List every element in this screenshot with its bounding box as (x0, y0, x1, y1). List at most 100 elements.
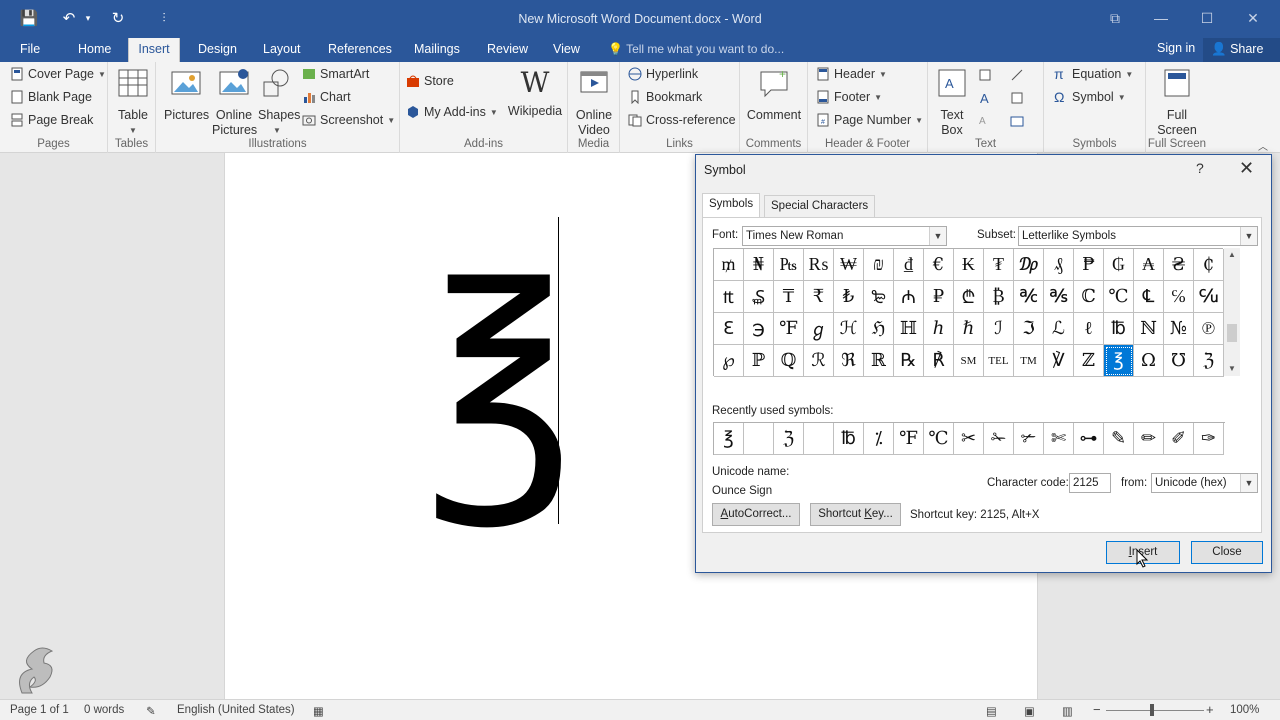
symbol-cell[interactable]: TEL (984, 345, 1014, 377)
symbol-cell[interactable]: ₪ (864, 249, 894, 281)
date-time-icon[interactable] (1010, 91, 1024, 105)
symbol-cell[interactable]: ℟ (924, 345, 954, 377)
recent-symbol-cell[interactable] (744, 423, 774, 455)
full-screen-button[interactable]: Full Screen (1152, 66, 1202, 138)
tab-file[interactable]: File (12, 38, 48, 62)
read-mode-icon[interactable]: ▤ (986, 704, 997, 718)
symbol-cell[interactable]: ℘ (714, 345, 744, 377)
recent-symbol-cell[interactable]: ✄ (1044, 423, 1074, 455)
symbol-cell[interactable]: ℝ (864, 345, 894, 377)
print-layout-icon[interactable]: ▣ (1024, 704, 1035, 718)
collapse-ribbon-icon[interactable]: ︿ (1258, 138, 1268, 153)
signature-line-icon[interactable] (1010, 68, 1024, 82)
tab-review[interactable]: Review (479, 38, 536, 62)
symbol-cell[interactable]: ℤ (1074, 345, 1104, 377)
symbol-cell[interactable]: ₼ (894, 281, 924, 313)
zoom-in-icon[interactable]: + (1206, 702, 1214, 717)
tab-symbols[interactable]: Symbols (702, 193, 761, 218)
comment-button[interactable]: + Comment (744, 66, 804, 123)
recent-symbol-cell[interactable]: ✎ (1104, 423, 1134, 455)
symbol-cell[interactable]: ₻ (864, 281, 894, 313)
symbol-cell[interactable]: ₭ (954, 249, 984, 281)
minimize-icon[interactable]: — (1148, 6, 1174, 30)
character-code-input[interactable] (1069, 473, 1111, 493)
hyperlink-button[interactable]: Hyperlink (628, 67, 698, 81)
shortcut-key-button[interactable]: Shortcut Key... (810, 503, 901, 526)
symbol-cell[interactable]: ℙ (744, 345, 774, 377)
quick-parts-icon[interactable] (978, 68, 992, 82)
page-number-button[interactable]: # Page Number ▼ (816, 113, 923, 127)
web-layout-icon[interactable]: ▥ (1062, 704, 1073, 718)
symbol-cell[interactable]: ℞ (894, 345, 924, 377)
symbol-cell[interactable]: ℉ (774, 313, 804, 345)
symbol-cell[interactable]: ℄ (1134, 281, 1164, 313)
symbol-cell[interactable]: ℧ (1164, 345, 1194, 377)
symbol-cell[interactable]: ℗ (1194, 313, 1224, 345)
symbol-cell[interactable]: ₸ (774, 281, 804, 313)
blank-page-button[interactable]: Blank Page (10, 90, 92, 104)
sign-in-link[interactable]: Sign in (1157, 41, 1195, 55)
symbol-cell[interactable]: ℍ (894, 313, 924, 345)
close-button[interactable]: Close (1191, 541, 1263, 564)
symbol-cell[interactable]: ℀ (1014, 281, 1044, 313)
symbol-cell[interactable]: ₶ (714, 281, 744, 313)
proofing-icon[interactable]: ✎ (146, 704, 156, 718)
symbol-cell[interactable]: ₿ (984, 281, 1014, 313)
recent-symbol-cell[interactable]: ℉ (894, 423, 924, 455)
recent-symbol-cell[interactable]: ✑ (1194, 423, 1224, 455)
scroll-down-icon[interactable]: ▼ (1224, 362, 1240, 376)
symbol-cell[interactable]: ℔ (1104, 313, 1134, 345)
cross-reference-button[interactable]: Cross-reference (628, 113, 736, 127)
text-box-button[interactable]: A Text Box (934, 66, 970, 138)
recent-symbol-cell[interactable]: ✃ (1014, 423, 1044, 455)
close-dialog-icon[interactable]: ✕ (1239, 158, 1254, 179)
symbol-cell[interactable]: ₮ (984, 249, 1014, 281)
symbol-cell[interactable]: ₱ (1074, 249, 1104, 281)
symbol-cell[interactable]: ₯ (1014, 249, 1044, 281)
my-addins-button[interactable]: My Add-ins ▼ (406, 105, 498, 119)
symbol-cell[interactable]: ₫ (894, 249, 924, 281)
recent-symbol-cell[interactable] (804, 423, 834, 455)
recent-symbol-cell[interactable]: ℔ (834, 423, 864, 455)
footer-button[interactable]: Footer ▼ (816, 90, 882, 104)
tab-special-characters[interactable]: Special Characters (764, 195, 876, 217)
symbol-cell[interactable]: ℒ (1044, 313, 1074, 345)
share-button[interactable]: 👤 Share (1203, 38, 1280, 62)
tab-view[interactable]: View (545, 38, 588, 62)
symbol-cell[interactable]: ℇ (714, 313, 744, 345)
symbol-cell[interactable]: SM (954, 345, 984, 377)
symbol-cell[interactable]: ₧ (774, 249, 804, 281)
zoom-slider[interactable] (1106, 710, 1204, 711)
bookmark-button[interactable]: Bookmark (628, 90, 702, 104)
cover-page-button[interactable]: Cover Page ▼ (10, 67, 106, 81)
symbol-cell[interactable]: ℊ (804, 313, 834, 345)
symbol-cell[interactable]: ℨ (1194, 345, 1224, 377)
recent-symbol-cell[interactable]: ℃ (924, 423, 954, 455)
ribbon-display-icon[interactable]: ⧉ (1102, 6, 1128, 30)
zoom-slider-thumb[interactable] (1150, 704, 1154, 716)
page-break-button[interactable]: Page Break (10, 113, 93, 127)
tab-layout[interactable]: Layout (255, 38, 309, 62)
symbol-cell[interactable]: ₩ (834, 249, 864, 281)
object-icon[interactable] (1010, 114, 1024, 128)
symbol-grid-scrollbar[interactable]: ▲ ▼ (1224, 248, 1240, 376)
drop-cap-icon[interactable]: A (978, 114, 992, 128)
symbol-button[interactable]: Ω Symbol ▼ (1054, 90, 1126, 104)
symbol-cell[interactable]: ℋ (834, 313, 864, 345)
recent-symbol-cell[interactable]: ⊶ (1074, 423, 1104, 455)
language-indicator[interactable]: English (United States) (177, 704, 295, 716)
symbol-cell[interactable]: ℁ (1044, 281, 1074, 313)
recent-symbol-cell[interactable]: ⁒ (864, 423, 894, 455)
scrollbar-thumb[interactable] (1227, 324, 1237, 342)
header-button[interactable]: Header ▼ (816, 67, 887, 81)
symbol-cell[interactable]: ℆ (1194, 281, 1224, 313)
recent-symbol-cell[interactable]: ✏ (1134, 423, 1164, 455)
tab-design[interactable]: Design (190, 38, 245, 62)
symbol-cell[interactable]: ℂ (1074, 281, 1104, 313)
symbol-cell[interactable]: ₦ (744, 249, 774, 281)
help-icon[interactable]: ? (1196, 160, 1204, 176)
online-pictures-button[interactable]: Online Pictures (212, 66, 257, 138)
symbol-cell[interactable]: ₴ (1164, 249, 1194, 281)
symbol-cell[interactable]: ℐ (984, 313, 1014, 345)
symbol-cell[interactable]: ℅ (1164, 281, 1194, 313)
